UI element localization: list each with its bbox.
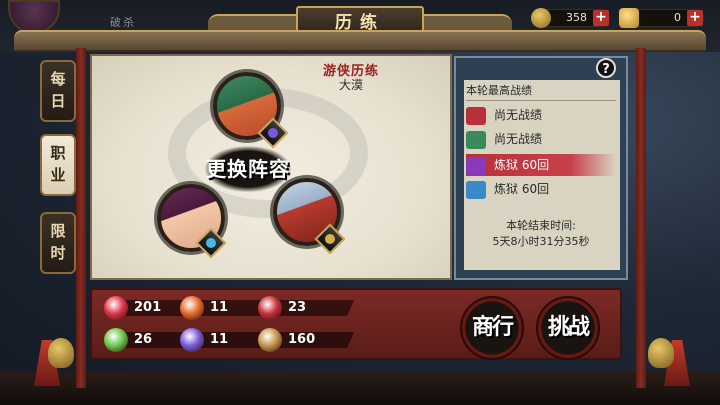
stat-hp-value: 201 — [134, 300, 162, 315]
coin-counter: 358 + — [531, 8, 610, 28]
sword-icon — [104, 328, 128, 352]
difficulty-tag-icon — [466, 130, 486, 149]
ingot-value: 0 — [674, 11, 681, 24]
frame-pillar-right — [636, 48, 646, 388]
bell-right-icon — [648, 338, 674, 368]
stat-coins-value: 160 — [288, 332, 316, 347]
add-ingot-button[interactable]: + — [687, 10, 703, 26]
ingot-counter: 0 + — [619, 8, 704, 28]
add-coin-button[interactable]: + — [593, 10, 609, 26]
coins-icon — [258, 328, 282, 352]
difficulty-tag-icon — [466, 180, 486, 199]
record-heading: 本轮最高战绩 — [466, 82, 616, 101]
record-row-text: 炼狱 60回 — [494, 158, 550, 172]
title-wing-right — [422, 14, 512, 30]
difficulty-tag-icon — [466, 156, 486, 175]
difficulty-tag-icon — [466, 106, 486, 125]
bell-left-icon — [48, 338, 74, 368]
shop-button[interactable]: 商行 — [460, 296, 524, 360]
stat-attack-value: 26 — [134, 332, 153, 347]
stat-meat-value: 23 — [288, 300, 307, 315]
frame-pillar-left — [76, 48, 86, 388]
tab-profession[interactable]: 职 业 — [40, 134, 76, 196]
coin-icon — [531, 8, 551, 28]
tab-profession-char-2: 业 — [50, 166, 66, 184]
record-row-highlighted: 炼狱 60回 — [466, 154, 616, 176]
record-row-text: 炼狱 60回 — [494, 182, 550, 196]
floor-background — [0, 372, 720, 405]
tab-limited-char-1: 限 — [50, 222, 66, 240]
heart-icon — [104, 296, 128, 320]
gold-ingot-icon — [619, 8, 639, 28]
tab-limited-char-2: 时 — [50, 244, 66, 262]
stat-armor-value: 11 — [210, 332, 229, 347]
round-end-info: 本轮结束时间: 5天8小时31分35秒 — [466, 218, 616, 250]
tab-daily-char-1: 每 — [50, 70, 66, 88]
record-row: 尚无战绩 — [466, 104, 616, 126]
coin-value: 358 — [566, 11, 587, 24]
record-row: 炼狱 60回 — [466, 178, 616, 200]
record-row-text: 尚无战绩 — [494, 132, 543, 146]
round-end-label: 本轮结束时间: — [506, 219, 576, 232]
meat-icon — [258, 296, 282, 320]
tab-limited[interactable]: 限 时 — [40, 212, 76, 274]
change-lineup-button[interactable]: 更换阵容 — [205, 146, 291, 192]
stage-subtitle: 大漠 — [338, 78, 363, 92]
round-end-time: 5天8小时31分35秒 — [492, 235, 590, 248]
stat-meat: 23 — [258, 296, 354, 320]
fire-icon — [180, 296, 204, 320]
stat-coins: 160 — [258, 328, 354, 352]
help-icon[interactable]: ? — [596, 58, 616, 78]
frame-top-beam — [14, 30, 706, 52]
record-row-text: 尚无战绩 — [494, 108, 543, 122]
stat-fire-value: 11 — [210, 300, 229, 315]
challenge-button[interactable]: 挑战 — [536, 296, 600, 360]
armor-icon — [180, 328, 204, 352]
skill-label: 破杀 — [110, 16, 136, 29]
record-row: 尚无战绩 — [466, 128, 616, 150]
tab-profession-char-1: 职 — [50, 144, 66, 162]
tab-daily[interactable]: 每 日 — [40, 60, 76, 122]
title-wing-left — [208, 14, 298, 30]
tab-daily-char-2: 日 — [50, 92, 66, 110]
